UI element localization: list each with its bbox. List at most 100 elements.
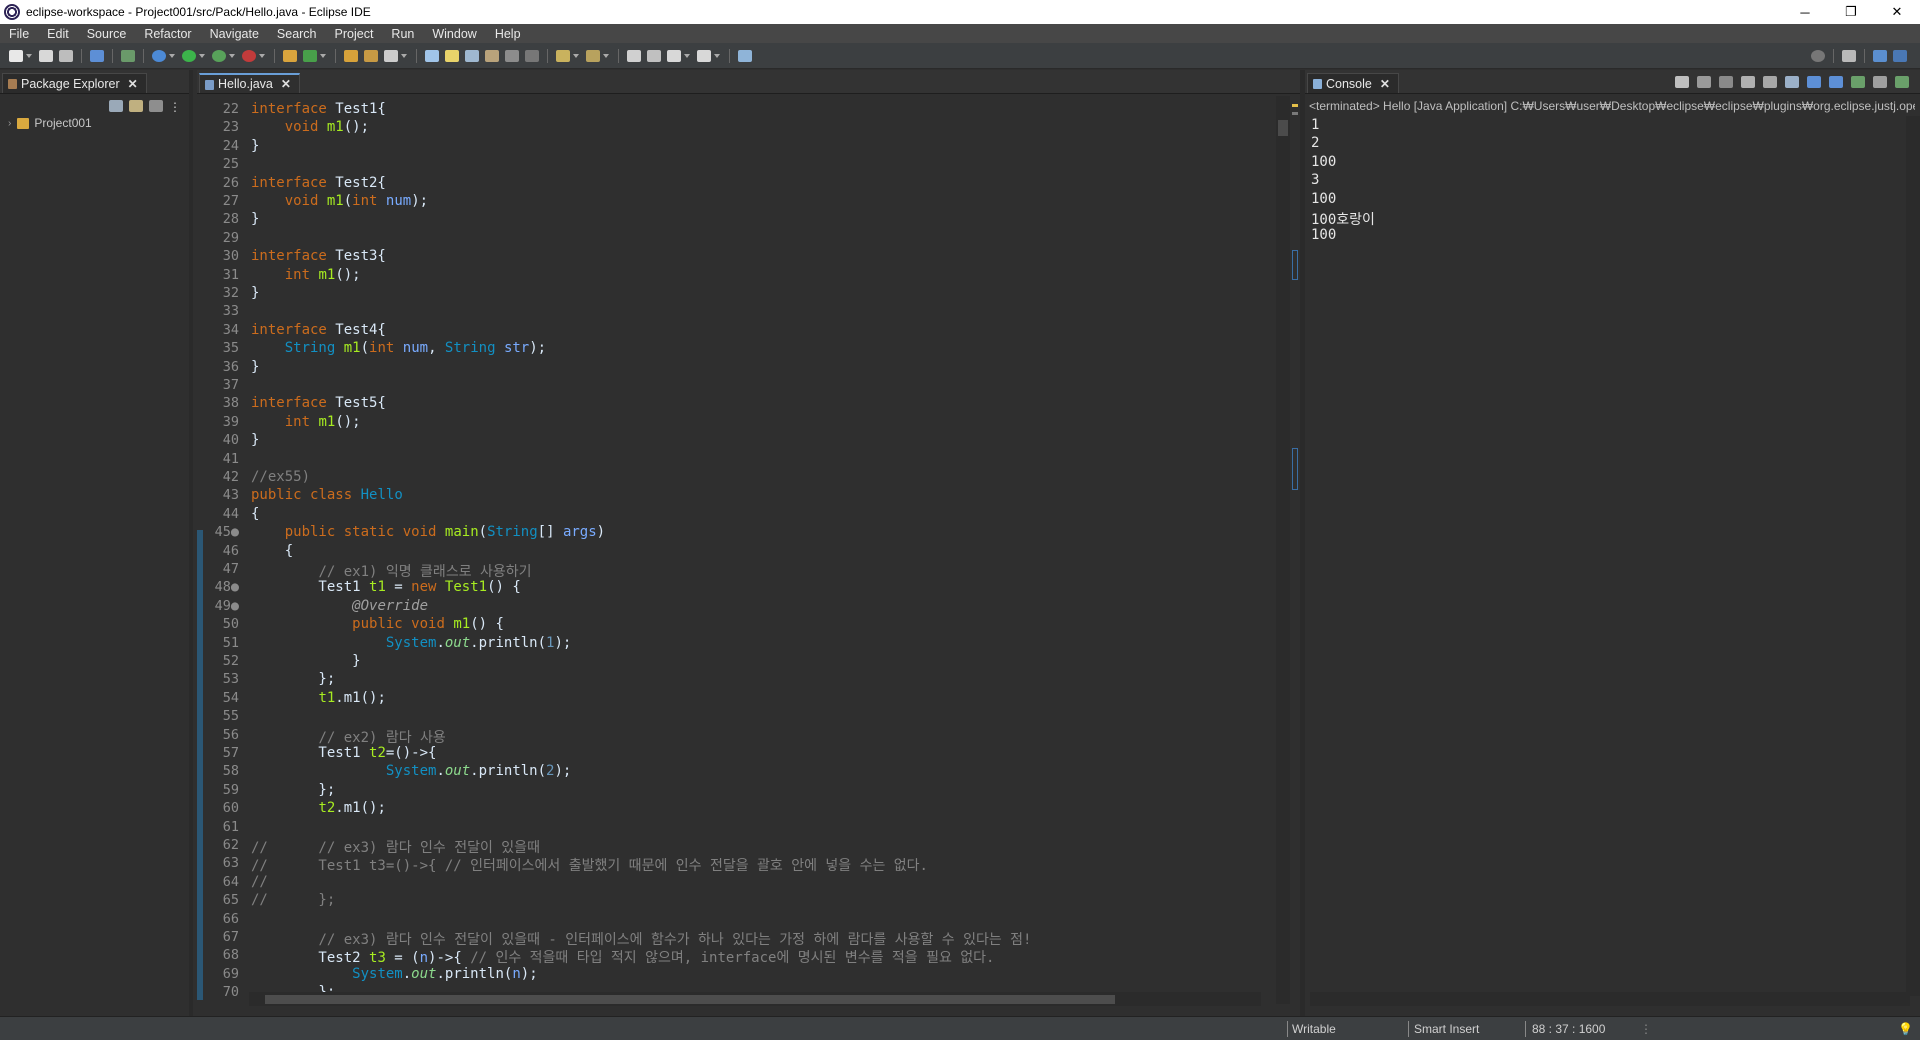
- code-line[interactable]: 66: [197, 911, 1275, 929]
- next-annotation-icon[interactable]: [556, 49, 570, 62]
- code-area[interactable]: 2122interface Test1{23 void m1();24}2526…: [197, 96, 1275, 1004]
- annotation-marker[interactable]: [1292, 112, 1298, 115]
- code-line[interactable]: 38 interface Test5{: [197, 395, 1275, 413]
- code-line[interactable]: 63 // Test1 t3=()->{ // 인터페이스에서 출발했기 때문에 …: [197, 855, 1275, 874]
- terminal-icon[interactable]: [90, 49, 104, 62]
- close-icon[interactable]: ✕: [281, 77, 291, 91]
- new-java-project-icon[interactable]: [283, 49, 297, 62]
- java-perspective-icon[interactable]: [1873, 50, 1887, 62]
- dropdown-arrow-icon[interactable]: [26, 53, 32, 58]
- remove-launch-icon[interactable]: [1697, 76, 1711, 88]
- dropdown-arrow-icon[interactable]: [684, 53, 690, 58]
- dropdown-arrow-icon[interactable]: [714, 53, 720, 58]
- menu-project[interactable]: Project: [326, 27, 383, 41]
- scroll-lock-icon[interactable]: [1763, 76, 1777, 88]
- console-horizontal-scrollbar[interactable]: [1310, 992, 1910, 1006]
- menu-refactor[interactable]: Refactor: [135, 27, 200, 41]
- view-menu-icon[interactable]: ⋮: [169, 100, 181, 114]
- menu-window[interactable]: Window: [423, 27, 485, 41]
- debug-perspective-icon[interactable]: [1893, 50, 1907, 62]
- toggle-mark-occurrences-icon[interactable]: [425, 49, 439, 62]
- collapse-all-icon[interactable]: [109, 100, 123, 112]
- dropdown-arrow-icon[interactable]: [603, 53, 609, 58]
- code-line[interactable]: 43 public class Hello: [197, 487, 1275, 505]
- dropdown-arrow-icon[interactable]: [229, 53, 235, 58]
- console-output[interactable]: 1 2 100 3 100 100호랑이 100: [1311, 117, 1375, 246]
- menu-navigate[interactable]: Navigate: [201, 27, 268, 41]
- code-line[interactable]: 32}: [197, 285, 1275, 303]
- code-line[interactable]: 39 int m1();: [197, 414, 1275, 432]
- code-line[interactable]: 62 // // ex3) 람다 인수 전달이 있을때: [197, 837, 1275, 856]
- code-line[interactable]: 59 };: [197, 782, 1275, 800]
- code-line[interactable]: 55: [197, 708, 1275, 726]
- back-icon[interactable]: [667, 49, 681, 62]
- save-all-icon[interactable]: [59, 49, 73, 62]
- menu-search[interactable]: Search: [268, 27, 326, 41]
- occurrence-marker[interactable]: [1292, 250, 1298, 280]
- dropdown-arrow-icon[interactable]: [320, 53, 326, 58]
- code-line[interactable]: 60 t2.m1();: [197, 800, 1275, 818]
- code-line[interactable]: 54 t1.m1();: [197, 690, 1275, 708]
- code-line[interactable]: 44 {: [197, 506, 1275, 524]
- open-perspective-icon[interactable]: [1842, 50, 1856, 62]
- menu-source[interactable]: Source: [78, 27, 136, 41]
- code-line[interactable]: 52 }: [197, 653, 1275, 671]
- show-on-stdout-icon[interactable]: [1807, 76, 1821, 88]
- code-line[interactable]: 23 void m1();: [197, 119, 1275, 137]
- open-task-icon[interactable]: [364, 49, 378, 62]
- code-line[interactable]: 61: [197, 819, 1275, 837]
- coverage-icon[interactable]: [212, 49, 226, 62]
- word-wrap-icon[interactable]: [485, 49, 499, 62]
- chevron-right-icon[interactable]: ›: [8, 118, 11, 129]
- open-type-icon[interactable]: [344, 49, 358, 62]
- code-line[interactable]: 27 void m1(int num);: [197, 193, 1275, 211]
- code-line[interactable]: 50 public void m1() {: [197, 616, 1275, 634]
- editor-horizontal-scrollbar[interactable]: [249, 992, 1261, 1006]
- code-line[interactable]: 47 // ex1) 익명 클래스로 사용하기: [197, 561, 1275, 580]
- code-line[interactable]: 22 interface Test1{: [197, 101, 1275, 119]
- code-line[interactable]: 28}: [197, 211, 1275, 229]
- code-line[interactable]: 31 int m1();: [197, 267, 1275, 285]
- code-line[interactable]: 53 };: [197, 671, 1275, 689]
- link-with-editor-icon[interactable]: [129, 100, 143, 112]
- filter-icon[interactable]: [149, 100, 163, 112]
- console-vertical-scrollbar[interactable]: [1906, 116, 1920, 996]
- code-line[interactable]: 67 // ex3) 람다 인수 전달이 있을때 - 인터페이스에 함수가 하나…: [197, 929, 1275, 948]
- code-line[interactable]: 45● public static void main(String[] arg…: [197, 524, 1275, 542]
- code-line[interactable]: 57 Test1 t2=()->{: [197, 745, 1275, 763]
- code-line[interactable]: 64 //: [197, 874, 1275, 892]
- restore-button[interactable]: ❐: [1828, 0, 1874, 24]
- pin-editor-icon[interactable]: [738, 49, 752, 62]
- word-wrap-icon[interactable]: [1785, 76, 1799, 88]
- code-line[interactable]: 26 interface Test2{: [197, 175, 1275, 193]
- scrollbar-thumb[interactable]: [265, 995, 1115, 1004]
- warning-marker[interactable]: [1292, 104, 1298, 107]
- code-line[interactable]: 56 // ex2) 람다 사용: [197, 727, 1275, 746]
- scrollbar-thumb[interactable]: [1278, 120, 1288, 136]
- toggle-block-selection-icon[interactable]: [465, 49, 479, 62]
- status-menu-icon[interactable]: ⋮: [1640, 1022, 1652, 1036]
- dropdown-arrow-icon[interactable]: [199, 53, 205, 58]
- show-on-stderr-icon[interactable]: [1829, 76, 1843, 88]
- menu-file[interactable]: File: [0, 27, 38, 41]
- close-button[interactable]: ✕: [1874, 0, 1920, 24]
- code-line[interactable]: 34 interface Test4{: [197, 322, 1275, 340]
- menu-edit[interactable]: Edit: [38, 27, 78, 41]
- remove-all-terminated-icon[interactable]: [1719, 76, 1733, 88]
- code-line[interactable]: 51 System.out.println(1);: [197, 635, 1275, 653]
- dropdown-arrow-icon[interactable]: [169, 53, 175, 58]
- status-insert-mode[interactable]: Smart Insert: [1414, 1022, 1479, 1036]
- close-icon[interactable]: ✕: [128, 77, 138, 91]
- external-tools-icon[interactable]: [242, 49, 256, 62]
- terminate-icon[interactable]: [1675, 76, 1689, 88]
- code-line[interactable]: 40}: [197, 432, 1275, 450]
- highlight-icon[interactable]: [445, 49, 459, 62]
- search-icon[interactable]: [1811, 50, 1825, 62]
- code-line[interactable]: 30 interface Test3{: [197, 248, 1275, 266]
- display-console-icon[interactable]: [1873, 76, 1887, 88]
- editor-vertical-scrollbar[interactable]: [1276, 96, 1290, 1004]
- tab-hello-java[interactable]: Hello.java ✕: [199, 73, 300, 93]
- code-line[interactable]: 58 System.out.println(2);: [197, 763, 1275, 781]
- code-line[interactable]: 69 System.out.println(n);: [197, 966, 1275, 984]
- code-line[interactable]: 37: [197, 377, 1275, 395]
